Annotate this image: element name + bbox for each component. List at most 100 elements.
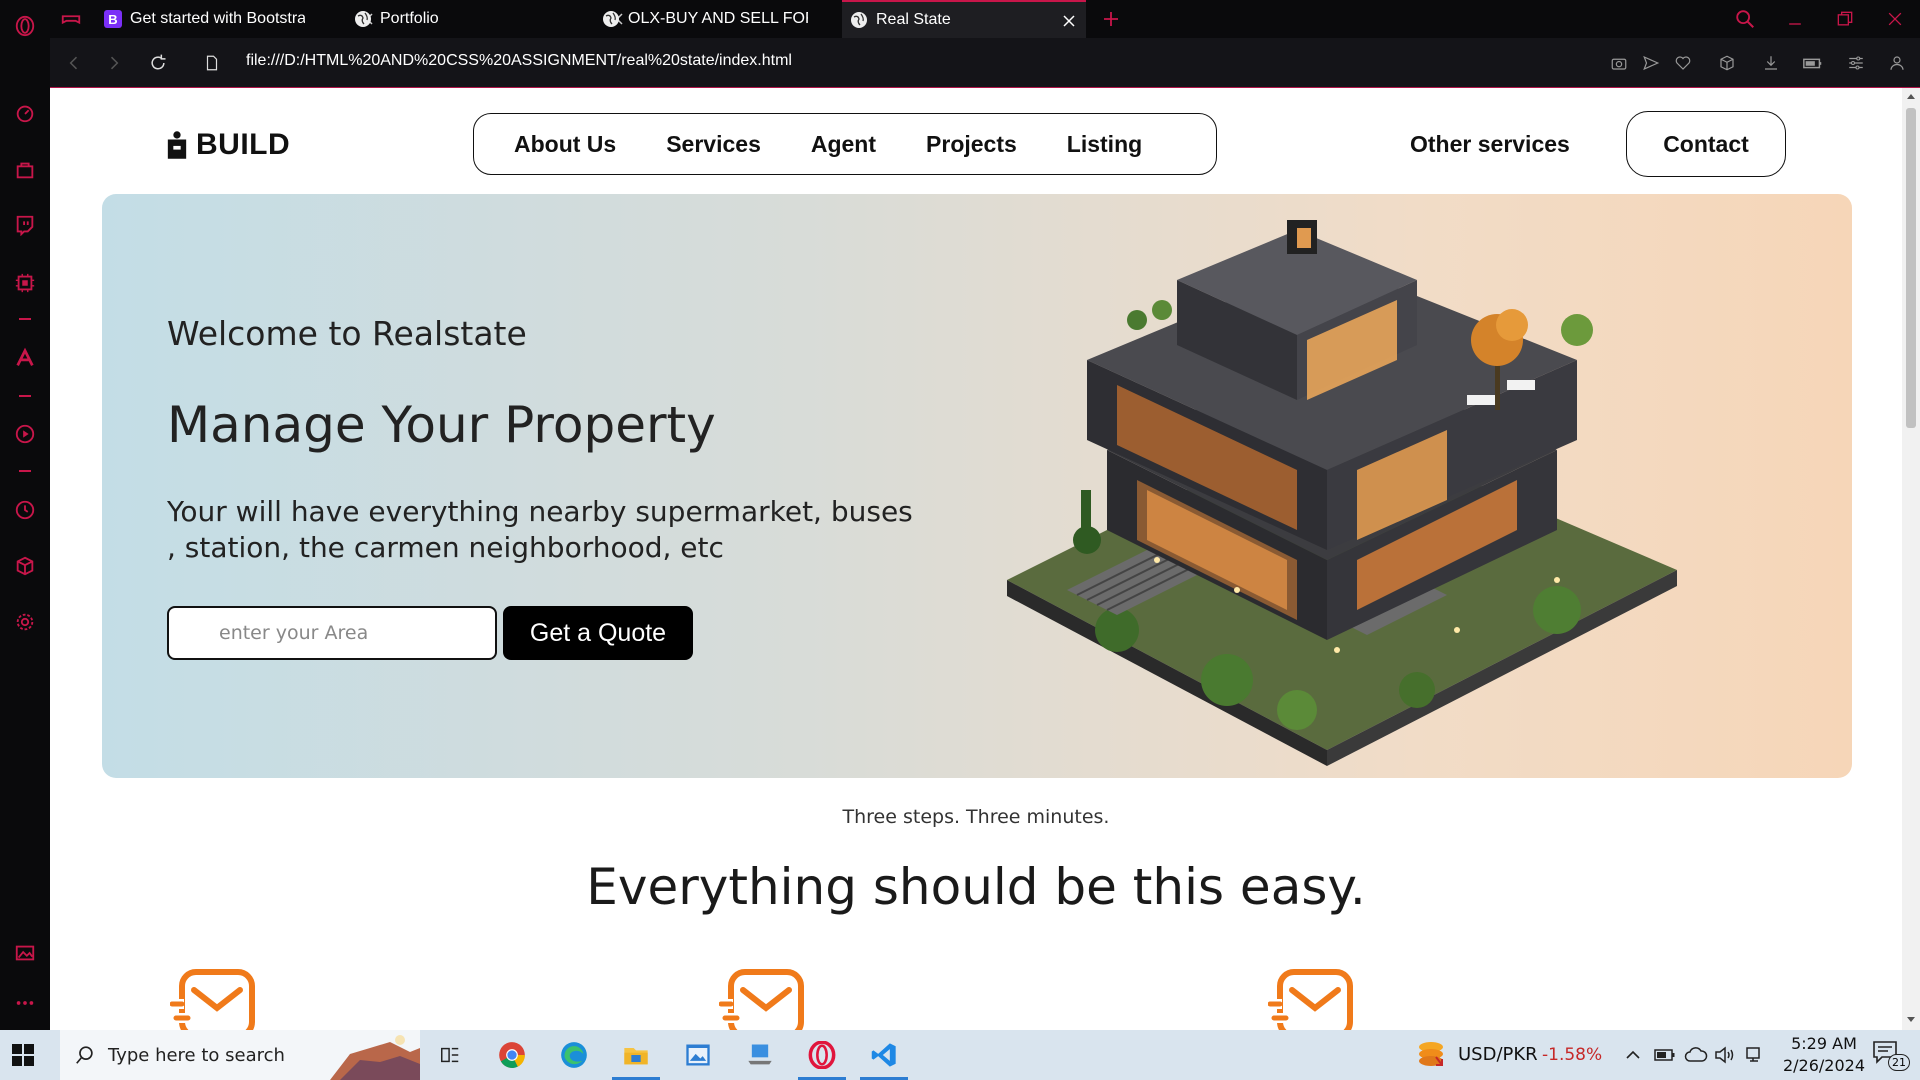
steps-subtitle: Three steps. Three minutes.	[842, 806, 1110, 828]
workspace-icon[interactable]	[60, 0, 94, 38]
scroll-up-icon[interactable]	[1906, 92, 1916, 100]
nav-projects[interactable]: Projects	[926, 131, 1017, 158]
page-viewport: BUILD About Us Services Agent Projects L…	[50, 88, 1902, 1030]
file-explorer-icon[interactable]	[612, 1038, 660, 1080]
area-input[interactable]	[167, 606, 497, 660]
nav-listing[interactable]: Listing	[1067, 131, 1142, 158]
address-bar: file:///D:/HTML%20AND%20CSS%20ASSIGNMENT…	[50, 38, 1920, 88]
close-tab-icon[interactable]	[1060, 12, 1078, 30]
history-icon[interactable]	[12, 497, 38, 523]
extensions-cube-icon[interactable]	[1716, 52, 1738, 74]
reload-icon[interactable]	[146, 51, 170, 75]
steps-title: Everything should be this easy.	[586, 858, 1366, 916]
main-nav: About Us Services Agent Projects Listing	[473, 113, 1217, 175]
get-quote-button[interactable]: Get a Quote	[503, 606, 693, 660]
hero-welcome: Welcome to Realstate	[167, 314, 527, 353]
battery-saver-icon[interactable]	[1802, 52, 1824, 74]
notification-center[interactable]: 21	[1872, 1040, 1910, 1072]
settings-gear-icon[interactable]	[12, 609, 38, 635]
task-view-icon[interactable]	[432, 1038, 468, 1072]
scroll-down-icon[interactable]	[1906, 1016, 1916, 1024]
gallery-icon[interactable]	[12, 940, 38, 966]
sidebar-divider	[19, 318, 31, 320]
mail-step-icon	[1268, 969, 1353, 1030]
other-services-link[interactable]: Other services	[1410, 131, 1570, 158]
hero-description: Your will have everything nearby superma…	[167, 494, 927, 566]
sidebar-divider	[19, 395, 31, 397]
sidebar-divider	[19, 470, 31, 472]
notification-badge: 21	[1888, 1054, 1910, 1071]
logo-text: BUILD	[196, 128, 291, 161]
shopping-icon[interactable]	[12, 157, 38, 183]
clock-date[interactable]: 2/26/2024	[1776, 1056, 1872, 1075]
tab-real-state[interactable]: Real State	[842, 0, 1086, 38]
hero-description-line: , station, the carmen neighborhood, etc	[167, 531, 724, 564]
onedrive-cloud-icon[interactable]	[1684, 1045, 1708, 1065]
mail-step-icon	[719, 969, 804, 1030]
battery-icon[interactable]	[1654, 1046, 1676, 1064]
chrome-icon[interactable]	[494, 1038, 530, 1072]
player-icon[interactable]	[12, 421, 38, 447]
windows-start-icon[interactable]	[10, 1042, 36, 1068]
forward-icon[interactable]	[102, 51, 126, 75]
camera-icon[interactable]	[1608, 52, 1630, 74]
windows-taskbar: Type here to search USD/PKR -1.58% 5:29 …	[0, 1030, 1920, 1080]
file-page-icon[interactable]	[200, 51, 224, 75]
restore-icon[interactable]	[1830, 6, 1860, 32]
back-icon[interactable]	[62, 51, 86, 75]
photos-app-icon[interactable]	[680, 1038, 716, 1072]
speed-dial-icon[interactable]	[12, 100, 38, 126]
tab-title: Get started with Bootstrap	[130, 10, 305, 27]
tab-bootstrap[interactable]: B Get started with Bootstrap	[104, 0, 384, 38]
mail-step-icon	[170, 969, 255, 1030]
taskbar-search[interactable]: Type here to search	[60, 1030, 420, 1080]
opera-logo-icon[interactable]	[12, 13, 38, 39]
site-logo[interactable]: BUILD	[166, 128, 290, 162]
tab-portfolio[interactable]: Portfolio	[354, 0, 634, 38]
network-icon[interactable]	[1744, 1045, 1764, 1065]
show-hidden-icons-icon[interactable]	[1624, 1046, 1642, 1064]
tab-title: OLX-BUY AND SELL FOR FREE	[628, 10, 808, 27]
heart-icon[interactable]	[1672, 52, 1694, 74]
hero-description-line: Your will have everything nearby superma…	[167, 495, 913, 528]
nav-services[interactable]: Services	[666, 131, 761, 158]
hero-title: Manage Your Property	[167, 396, 716, 454]
page-scrollbar[interactable]	[1902, 88, 1920, 1030]
minimize-icon[interactable]	[1780, 6, 1810, 32]
close-window-icon[interactable]	[1880, 6, 1910, 32]
currency-label[interactable]: USD/PKR	[1458, 1044, 1538, 1065]
search-placeholder: Type here to search	[108, 1044, 285, 1066]
nav-about-us[interactable]: About Us	[514, 131, 616, 158]
tab-olx[interactable]: OLX-BUY AND SELL FOR FREE	[602, 0, 882, 38]
opera-taskbar-icon[interactable]	[798, 1038, 846, 1080]
laptop-app-icon[interactable]	[742, 1038, 778, 1072]
vscode-icon[interactable]	[860, 1038, 908, 1080]
globe-icon	[354, 10, 372, 28]
download-icon[interactable]	[1760, 52, 1782, 74]
url-field[interactable]: file:///D:/HTML%20AND%20CSS%20ASSIGNMENT…	[246, 52, 792, 70]
modern-house-illustration	[1007, 220, 1677, 766]
easy-setup-icon[interactable]	[1845, 52, 1867, 74]
nav-agent[interactable]: Agent	[811, 131, 876, 158]
hero-section: Welcome to Realstate Manage Your Propert…	[102, 194, 1852, 778]
extensions-icon[interactable]	[12, 553, 38, 579]
search-tabs-icon[interactable]	[1730, 6, 1760, 32]
profile-icon[interactable]	[1886, 52, 1908, 74]
search-highlight-image	[330, 1035, 420, 1080]
currency-coins-icon[interactable]	[1416, 1039, 1446, 1071]
tab-bar: B Get started with Bootstrap Portfolio O…	[50, 0, 1920, 38]
edge-icon[interactable]	[556, 1038, 592, 1072]
twitch-icon[interactable]	[12, 212, 38, 238]
send-icon[interactable]	[1640, 52, 1662, 74]
clock-time[interactable]: 5:29 AM	[1784, 1034, 1864, 1053]
globe-icon	[850, 11, 868, 29]
currency-change[interactable]: -1.58%	[1542, 1045, 1602, 1065]
chip-icon[interactable]	[12, 270, 38, 296]
building-logo-icon	[167, 131, 187, 159]
new-tab-icon[interactable]	[1098, 6, 1124, 32]
volume-icon[interactable]	[1714, 1045, 1736, 1065]
scroll-thumb[interactable]	[1906, 108, 1916, 428]
aria-icon[interactable]	[12, 345, 38, 371]
more-options-icon[interactable]	[12, 990, 38, 1016]
contact-button[interactable]: Contact	[1626, 111, 1786, 177]
